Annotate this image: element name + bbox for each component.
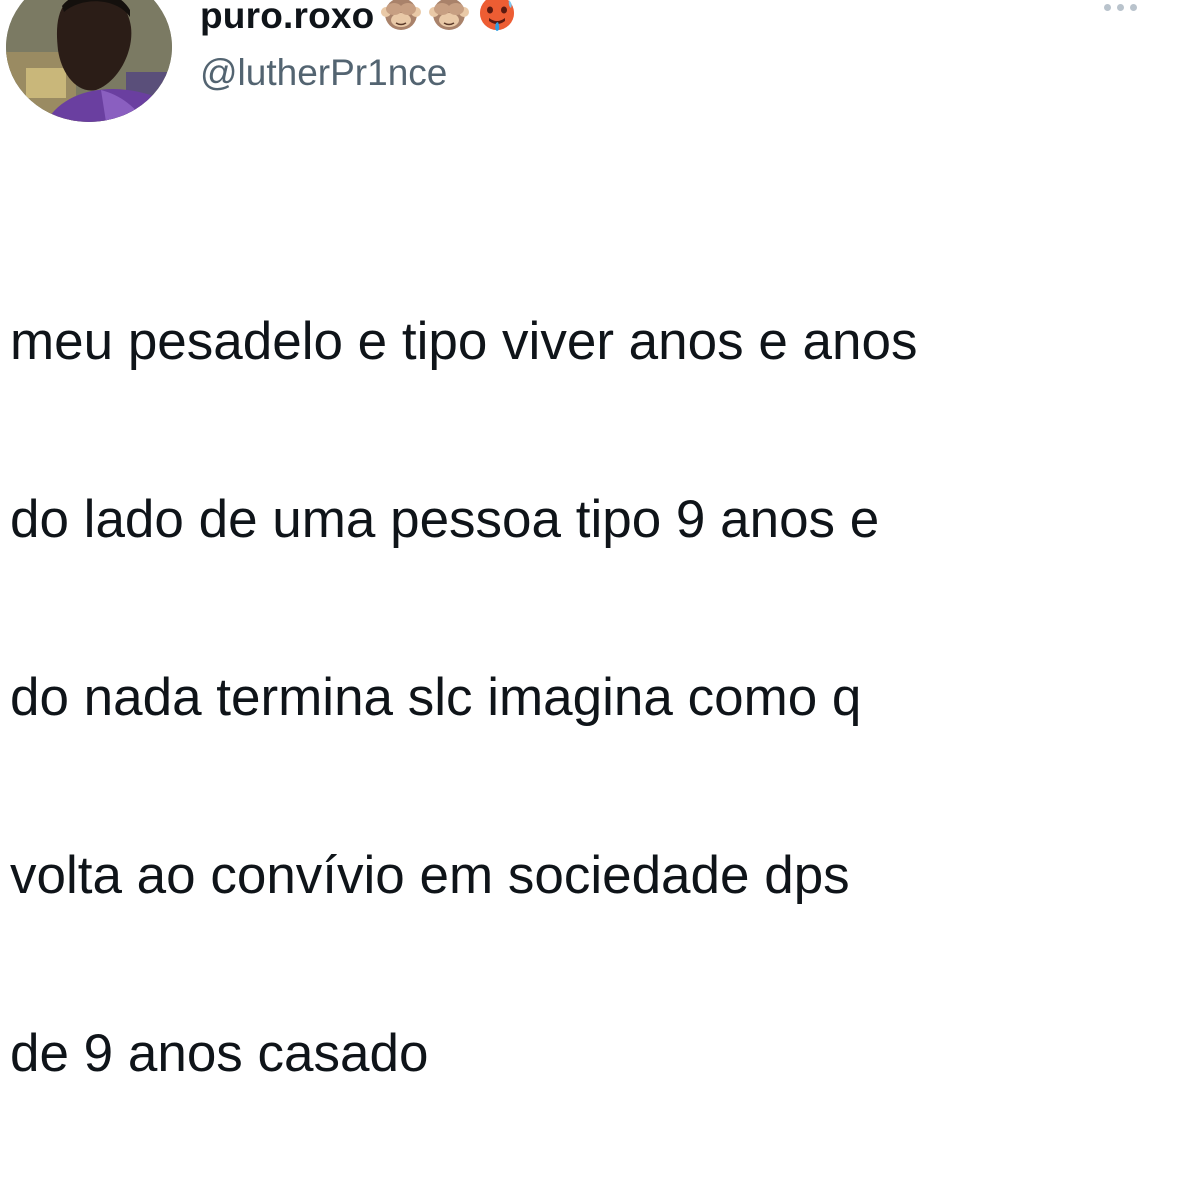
tweet-line: volta ao convívio em sociedade dps <box>10 846 850 905</box>
tweet-line: do nada termina slc imagina como q <box>10 668 862 727</box>
user-handle[interactable]: @lutherPr1nce <box>200 52 447 94</box>
more-dot <box>1104 4 1111 11</box>
display-name[interactable]: puro.roxo <box>200 0 374 37</box>
hot-face-icon <box>476 0 518 39</box>
tweet-line: meu pesadelo e tipo viver anos e anos <box>10 312 918 371</box>
avatar-photo <box>6 0 172 122</box>
avatar[interactable] <box>6 0 172 122</box>
more-options-icon[interactable] <box>1104 4 1137 11</box>
tweet-line: de 9 anos casado <box>10 1024 429 1083</box>
tweet-text: meu pesadelo e tipo viver anos e anos do… <box>10 208 1180 1187</box>
tweet-line: do lado de uma pessoa tipo 9 anos e <box>10 490 880 549</box>
tweet-card: puro.roxo @lutherPr1nce meu pesadelo e t… <box>0 0 1200 1083</box>
more-dot <box>1117 4 1124 11</box>
more-dot <box>1130 4 1137 11</box>
see-no-evil-monkey-icon <box>380 0 422 39</box>
see-no-evil-monkey-icon <box>428 0 470 39</box>
display-name-row[interactable]: puro.roxo <box>200 0 518 39</box>
